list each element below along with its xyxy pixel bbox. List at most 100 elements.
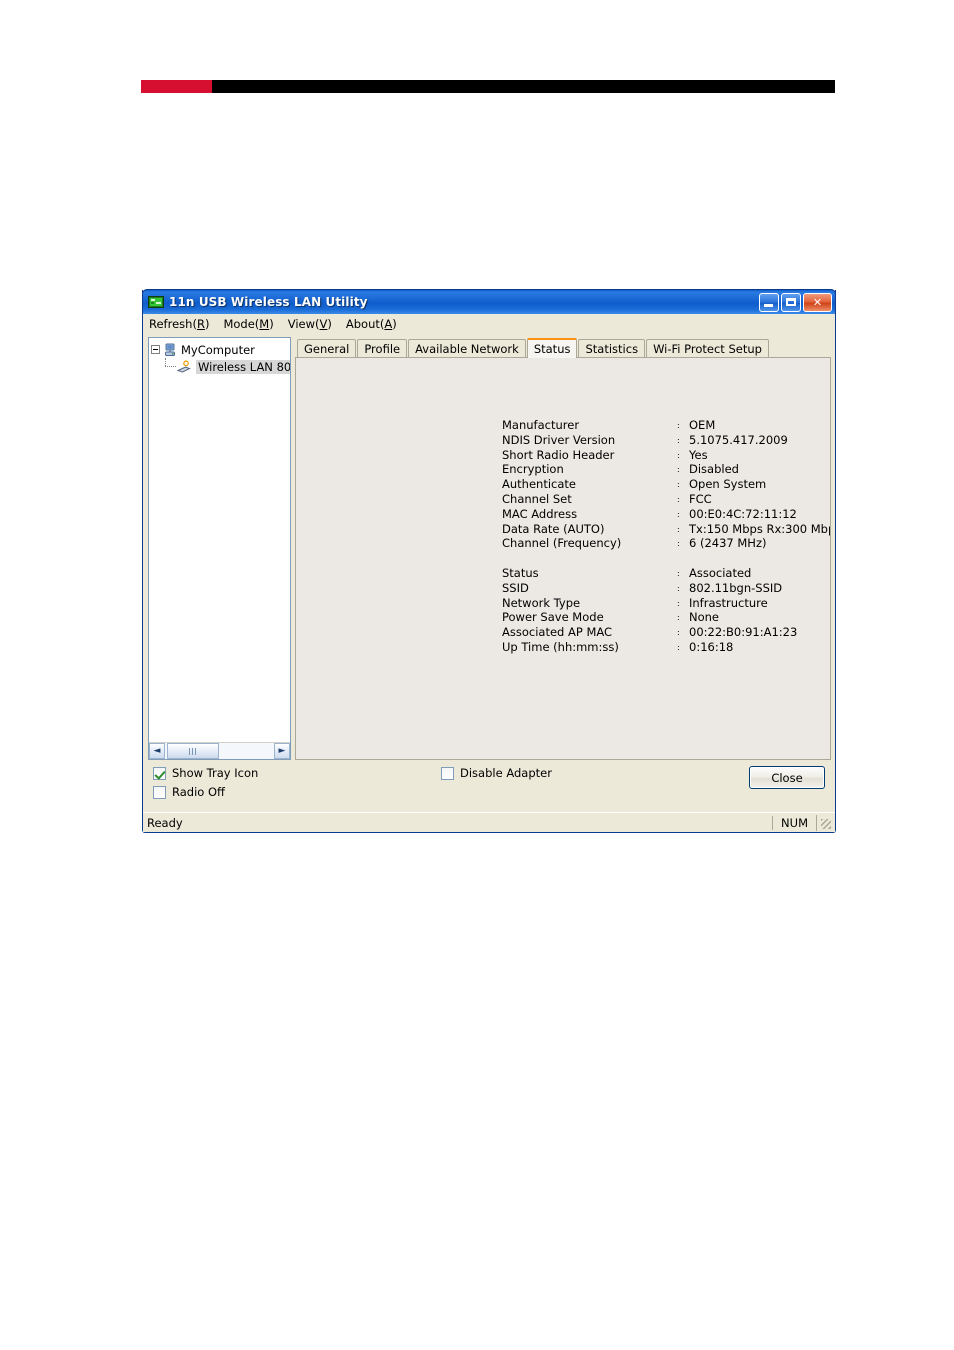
tree-item-mycomputer[interactable]: MyComputer	[151, 341, 290, 358]
status-value-mac-address: 00:E0:4C:72:11:12	[689, 506, 797, 521]
status-group-gap	[502, 551, 830, 566]
checkbox-show-tray-icon[interactable]: Show Tray Icon	[153, 766, 258, 780]
status-label-channel-set: Channel Set	[502, 491, 572, 506]
status-label-associated-ap-mac: Associated AP MAC	[502, 625, 613, 640]
status-separator: :	[677, 613, 680, 623]
status-row-ssid: SSID : 802.11bgn-SSID	[502, 580, 830, 596]
close-button[interactable]: Close	[749, 766, 825, 789]
status-separator: :	[677, 539, 680, 549]
tab-status[interactable]: Status	[526, 338, 578, 358]
tab-wifi-protect-setup[interactable]: Wi-Fi Protect Setup	[646, 339, 769, 357]
status-row-short-radio-header: Short Radio Header : Yes	[502, 447, 830, 463]
status-value-authenticate: Open System	[689, 477, 767, 492]
status-row-encryption: Encryption : Disabled	[502, 462, 830, 477]
menu-item-refresh[interactable]: Refresh(R)	[149, 317, 209, 331]
network-card-icon	[148, 296, 164, 308]
status-separator: :	[677, 598, 680, 608]
menu-mode-label: Mode	[223, 317, 255, 331]
scroll-left-arrow-icon[interactable]: ◄	[149, 743, 165, 759]
tab-available-network[interactable]: Available Network	[408, 339, 526, 357]
status-label-mac-address: MAC Address	[502, 506, 578, 521]
status-value-manufacturer: OEM	[689, 418, 716, 432]
close-icon: ✕	[812, 295, 823, 309]
tree-item-wireless-adapter[interactable]: Wireless LAN 80	[151, 358, 290, 375]
checkbox-show-tray-icon-label: Show Tray Icon	[172, 766, 259, 780]
scrollbar-thumb[interactable]	[167, 743, 219, 759]
window-title-bar: 11n USB Wireless LAN Utility ✕	[142, 289, 836, 314]
status-row-status: Status : Associated	[502, 565, 830, 581]
close-window-button[interactable]: ✕	[803, 292, 832, 312]
status-row-channel-set: Channel Set : FCC	[502, 491, 830, 507]
tab-strip: General Profile Available Network Status…	[295, 337, 831, 358]
status-value-ndis-driver-version: 5.1075.417.2009	[689, 432, 788, 447]
status-separator: :	[677, 480, 680, 490]
menu-view-accel: V	[319, 317, 328, 331]
status-row-ndis-driver-version: NDIS Driver Version : 5.1075.417.2009	[502, 432, 830, 448]
tab-general[interactable]: General	[297, 339, 357, 357]
wireless-adapter-icon	[176, 360, 191, 373]
checkbox-disable-adapter-label: Disable Adapter	[460, 766, 552, 780]
status-row-mac-address: MAC Address : 00:E0:4C:72:11:12	[502, 506, 830, 522]
status-detail-list: Manufacturer : OEM NDIS Driver Version :…	[502, 418, 830, 655]
status-label-status: Status	[502, 565, 539, 580]
scrollbar-track[interactable]	[165, 743, 274, 759]
computer-icon	[165, 343, 175, 356]
status-separator: :	[677, 435, 680, 445]
status-value-channel-set: FCC	[689, 491, 712, 506]
status-label-up-time: Up Time (hh:mm:ss)	[502, 639, 619, 654]
status-row-manufacturer: Manufacturer : OEM	[502, 418, 830, 433]
status-separator: :	[677, 465, 680, 475]
status-label-manufacturer: Manufacturer	[502, 418, 580, 432]
work-area: MyComputer Wireless LAN 80 ◄ ► General P…	[143, 335, 835, 760]
header-rule-red-segment	[141, 80, 212, 93]
status-value-power-save-mode: None	[689, 610, 720, 625]
status-separator: :	[677, 583, 680, 593]
menu-item-view[interactable]: View(V)	[288, 317, 332, 331]
status-label-network-type: Network Type	[502, 595, 581, 610]
menu-item-mode[interactable]: Mode(M)	[223, 317, 273, 331]
status-separator: :	[677, 450, 680, 460]
maximize-button[interactable]	[781, 292, 801, 312]
resize-grip-icon[interactable]	[816, 814, 833, 831]
tree-horizontal-scrollbar[interactable]: ◄ ►	[149, 742, 290, 759]
tab-pane: General Profile Available Network Status…	[295, 337, 831, 760]
scroll-right-arrow-icon[interactable]: ►	[274, 743, 290, 759]
status-bar: Ready NUM	[143, 812, 835, 832]
tree-connector	[165, 358, 176, 375]
status-row-data-rate: Data Rate (AUTO) : Tx:150 Mbps Rx:300 Mb…	[502, 522, 830, 537]
menu-item-about[interactable]: About(A)	[346, 317, 397, 331]
status-separator: :	[677, 628, 680, 638]
tree-collapse-icon[interactable]	[151, 345, 160, 354]
status-separator: :	[677, 421, 680, 430]
adapter-tree: MyComputer Wireless LAN 80	[149, 338, 290, 742]
minimize-button[interactable]	[759, 292, 779, 312]
window-controls: ✕	[759, 292, 832, 312]
tab-profile[interactable]: Profile	[357, 339, 408, 357]
status-row-network-type: Network Type : Infrastructure	[502, 595, 830, 611]
options-column-middle: Disable Adapter	[441, 766, 552, 780]
checkbox-unchecked-icon[interactable]	[153, 785, 166, 799]
scrollbar-grip-icon	[188, 747, 198, 755]
status-label-authenticate: Authenticate	[502, 477, 576, 492]
status-bar-message: Ready	[147, 815, 183, 830]
checkbox-checked-icon[interactable]	[153, 766, 166, 780]
checkbox-disable-adapter[interactable]: Disable Adapter	[441, 766, 552, 780]
checkbox-unchecked-icon[interactable]	[441, 766, 454, 780]
status-label-short-radio-header: Short Radio Header	[502, 447, 615, 462]
header-rule-black-segment	[212, 80, 835, 93]
adapter-tree-pane: MyComputer Wireless LAN 80 ◄ ►	[148, 337, 291, 760]
checkbox-radio-off[interactable]: Radio Off	[153, 785, 258, 799]
options-bar: Show Tray Icon Radio Off Disable Adapter…	[143, 760, 835, 812]
status-value-channel-frequency: 6 (2437 MHz)	[689, 536, 767, 551]
status-label-ssid: SSID	[502, 580, 529, 595]
status-value-associated-ap-mac: 00:22:B0:91:A1:23	[689, 625, 798, 640]
tab-statistics[interactable]: Statistics	[578, 339, 646, 357]
status-row-power-save-mode: Power Save Mode : None	[502, 610, 830, 625]
menu-view-label: View	[287, 317, 316, 331]
tree-item-wireless-adapter-label: Wireless LAN 80	[196, 359, 290, 374]
status-tab-panel: Manufacturer : OEM NDIS Driver Version :…	[295, 357, 831, 760]
page-header-rule	[141, 80, 835, 93]
wireless-lan-utility-window: 11n USB Wireless LAN Utility ✕ Refresh(R…	[142, 289, 836, 833]
status-bar-num-indicator: NUM	[772, 815, 816, 830]
status-separator: :	[677, 642, 680, 652]
